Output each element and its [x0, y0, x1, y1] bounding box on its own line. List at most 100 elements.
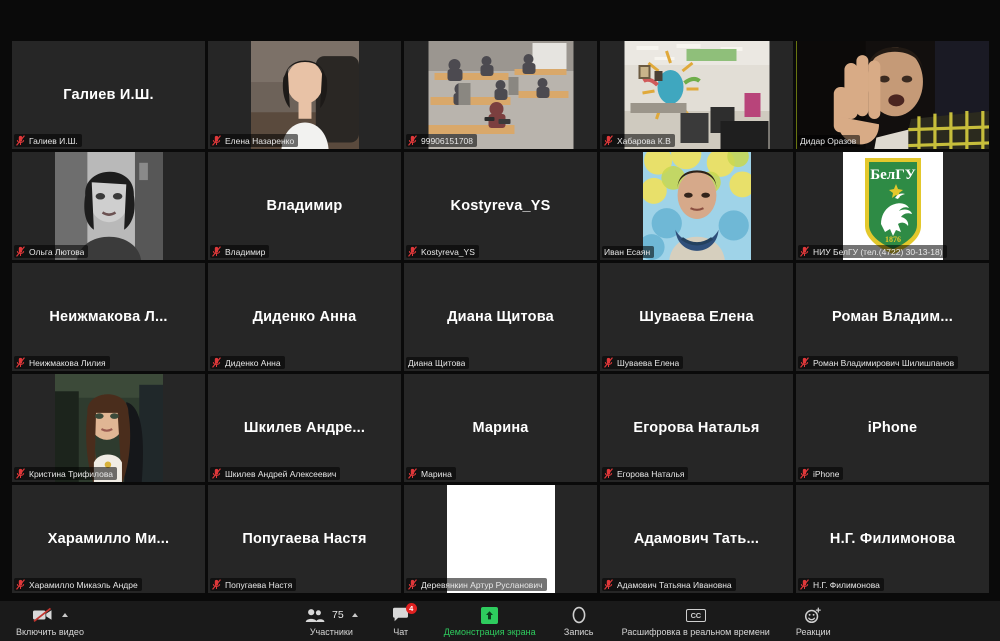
chat-unread-badge: 4	[405, 602, 417, 614]
share-screen-label: Демонстрация экрана	[443, 626, 536, 637]
mic-muted-icon	[16, 357, 25, 368]
video-toggle-button[interactable]: Включить видео	[16, 606, 84, 637]
participant-name-label: Адамович Татьяна Ивановна	[602, 578, 736, 591]
participant-label-text: Шкилев Андрей Алексеевич	[225, 468, 337, 479]
participant-name-label: Ольга Лютова	[14, 245, 89, 258]
participant-name-label: Диденко Анна	[210, 356, 285, 369]
participant-tile[interactable]: Неижмакова Л... Неижмакова Лилия	[12, 263, 205, 371]
participant-video	[54, 374, 163, 482]
participant-tile[interactable]: Марина Марина	[404, 374, 597, 482]
mic-muted-icon	[800, 468, 809, 479]
chat-icon: 4	[392, 602, 417, 625]
participant-video	[642, 152, 751, 260]
mic-muted-icon	[800, 357, 809, 368]
participant-label-text: Н.Г. Филимонова	[813, 579, 880, 590]
toolbar-left-group: Включить видео	[16, 606, 84, 637]
gallery-grid: Галиев И.Ш. Галиев И.Ш. Елена Назаренко	[12, 41, 989, 601]
share-screen-button[interactable]: Демонстрация экрана	[444, 606, 536, 637]
participant-name-label: Диана Щитова	[406, 357, 470, 369]
participant-display-name: Неижмакова Л...	[49, 309, 168, 325]
mic-muted-icon	[604, 579, 613, 590]
participant-name-label: Деревянкин Артур Русланович	[406, 578, 547, 591]
participant-name-label: Роман Владимирович Шилишпанов	[798, 356, 959, 369]
participant-label-text: Марина	[421, 468, 452, 479]
participant-tile[interactable]: БелГУ 1876 НИУ БелГУ (тел.(4722) 30-13-1…	[796, 152, 989, 260]
svg-text:БелГУ: БелГУ	[870, 167, 916, 183]
participant-tile[interactable]: Диана Щитова Диана Щитова	[404, 263, 597, 371]
participant-tile[interactable]: Галиев И.Ш. Галиев И.Ш.	[12, 41, 205, 149]
mic-muted-icon	[212, 579, 221, 590]
svg-text:1876: 1876	[885, 235, 901, 244]
participant-tile[interactable]: Владимир Владимир	[208, 152, 401, 260]
mic-muted-icon	[16, 135, 25, 146]
participant-name-label: Галиев И.Ш.	[14, 134, 82, 147]
participant-tile[interactable]: Роман Владим... Роман Владимирович Шилиш…	[796, 263, 989, 371]
participant-tile[interactable]: 99906151708	[404, 41, 597, 149]
participant-tile[interactable]: Хабарова К.В	[600, 41, 793, 149]
share-screen-icon	[481, 606, 499, 625]
participant-name-label: Неижмакова Лилия	[14, 356, 110, 369]
mic-muted-icon	[16, 468, 25, 479]
mic-muted-icon	[604, 357, 613, 368]
participant-label-text: Попугаева Настя	[225, 579, 293, 590]
mic-muted-icon	[800, 357, 809, 368]
participant-display-name: Роман Владим...	[831, 309, 954, 325]
mic-muted-icon	[16, 246, 25, 257]
participant-tile[interactable]: Диденко Анна Диденко Анна	[208, 263, 401, 371]
participant-label-text: Елена Назаренко	[225, 135, 295, 146]
participant-video	[428, 41, 573, 149]
participant-tile[interactable]: Попугаева Настя Попугаева Настя	[208, 485, 401, 593]
participants-count: 75	[332, 609, 344, 621]
mic-muted-icon	[800, 246, 809, 257]
participant-display-name: Галиев И.Ш.	[63, 87, 154, 103]
mic-muted-icon	[16, 579, 25, 590]
mic-muted-icon	[800, 246, 809, 257]
participant-tile[interactable]: Деревянкин Артур Русланович	[404, 485, 597, 593]
reactions-button[interactable]: Реакции	[796, 606, 831, 637]
participant-name-label: Дидар Оразов	[798, 135, 861, 147]
participant-tile[interactable]: Kostyreva_YS Kostyreva_YS	[404, 152, 597, 260]
participant-tile[interactable]: Адамович Тать... Адамович Татьяна Иванов…	[600, 485, 793, 593]
participant-label-text: Диденко Анна	[225, 357, 281, 368]
participant-tile[interactable]: Шкилев Андре... Шкилев Андрей Алексеевич	[208, 374, 401, 482]
chat-label: Чат	[393, 626, 409, 637]
chat-button[interactable]: 4 Чат	[384, 602, 418, 637]
participant-name-label: Хабарова К.В	[602, 134, 675, 147]
mic-muted-icon	[16, 468, 25, 479]
cc-text: CC	[685, 608, 706, 622]
mic-muted-icon	[212, 246, 221, 257]
mic-muted-icon	[16, 246, 25, 257]
participant-display-name: Шуваева Елена	[639, 309, 754, 325]
mic-muted-icon	[212, 357, 221, 368]
participant-label-text: Хабарова К.В	[617, 135, 671, 146]
participant-label-text: Диана Щитова	[408, 358, 466, 368]
participant-tile[interactable]: Н.Г. Филимонова Н.Г. Филимонова	[796, 485, 989, 593]
mic-muted-icon	[408, 579, 417, 590]
participant-tile[interactable]: Кристина Трифилова	[12, 374, 205, 482]
participant-tile[interactable]: Елена Назаренко	[208, 41, 401, 149]
mic-muted-icon	[16, 135, 25, 146]
participant-name-label: Иван Есаян	[602, 246, 655, 258]
participant-tile[interactable]: Егорова Наталья Егорова Наталья	[600, 374, 793, 482]
participant-name-label: Владимир	[210, 245, 270, 258]
participant-display-name: Диденко Анна	[252, 309, 357, 325]
participant-tile[interactable]: Дидар Оразов	[796, 41, 989, 149]
participant-tile[interactable]: Ольга Лютова	[12, 152, 205, 260]
mic-muted-icon	[604, 135, 613, 146]
participants-button[interactable]: 75 Участники	[305, 606, 358, 637]
participant-tile[interactable]: Харамилло Ми... Харамилло Микаэль Андре	[12, 485, 205, 593]
mic-muted-icon	[408, 135, 417, 146]
participants-icon	[305, 606, 325, 625]
video-options-caret-icon[interactable]	[61, 613, 68, 617]
participant-label-text: Ольга Лютова	[29, 246, 85, 257]
mic-muted-icon	[408, 468, 417, 479]
mic-muted-icon	[408, 246, 417, 257]
record-button[interactable]: Запись	[562, 606, 596, 637]
participant-tile[interactable]: iPhone iPhone	[796, 374, 989, 482]
reactions-icon	[804, 606, 822, 625]
participant-tile[interactable]: Иван Есаян	[600, 152, 793, 260]
live-transcription-button[interactable]: CC Расшифровка в реальном времени	[622, 606, 770, 637]
participant-name-label: Попугаева Настя	[210, 578, 297, 591]
participant-tile[interactable]: Шуваева Елена Шуваева Елена	[600, 263, 793, 371]
participants-options-caret-icon[interactable]	[351, 613, 358, 617]
